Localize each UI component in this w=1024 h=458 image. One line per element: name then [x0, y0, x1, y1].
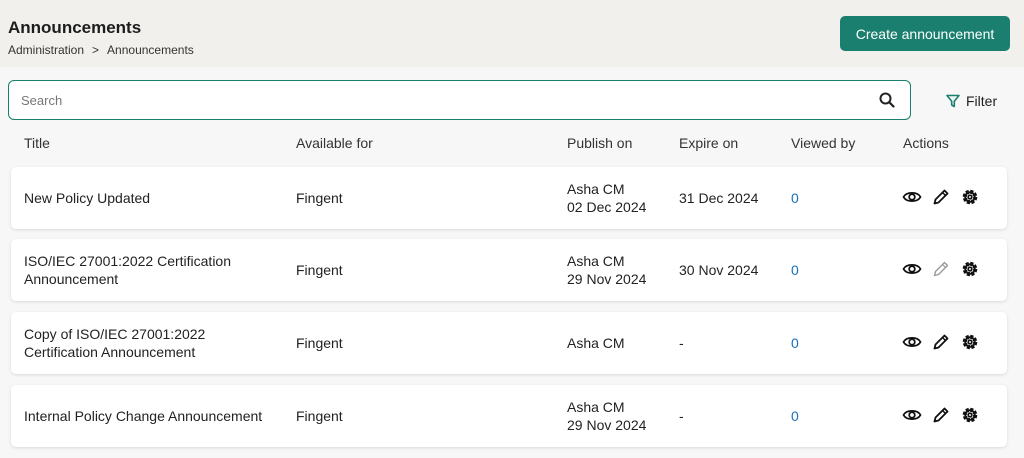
row-publisher: Asha CM [567, 181, 625, 197]
row-title: New Policy Updated [24, 190, 151, 206]
column-header-title: Title [24, 135, 50, 151]
table-row: New Policy Updated Fingent Asha CM 02 De… [11, 167, 1007, 229]
page-header: Announcements Administration > Announcemen… [0, 0, 1024, 67]
row-expire-on: 30 Nov 2024 [679, 262, 759, 278]
column-header-actions: Actions [903, 135, 949, 151]
breadcrumb-item-administration[interactable]: Administration [8, 43, 84, 57]
pencil-icon[interactable] [931, 405, 951, 425]
gear-icon[interactable] [960, 405, 980, 425]
search-icon[interactable] [878, 91, 896, 109]
row-title: Copy of ISO/IEC 27001:2022 Certification… [24, 326, 206, 360]
row-publisher: Asha CM [567, 253, 625, 269]
search-input[interactable] [21, 90, 861, 110]
row-available-for: Fingent [296, 408, 343, 424]
search-box [8, 80, 911, 120]
gear-icon[interactable] [960, 187, 980, 207]
row-viewed-by-link[interactable]: 0 [791, 261, 799, 279]
row-expire-on: - [679, 335, 684, 351]
row-publisher: Asha CM [567, 335, 625, 351]
row-actions [902, 259, 980, 279]
row-available-for: Fingent [296, 190, 343, 206]
pencil-icon [933, 261, 949, 277]
filter-label: Filter [966, 93, 998, 109]
row-expire-on: 31 Dec 2024 [679, 190, 759, 206]
row-viewed-by-link[interactable]: 0 [791, 334, 799, 352]
gear-icon[interactable] [960, 332, 980, 352]
eye-icon[interactable] [902, 405, 922, 425]
breadcrumb-separator: > [92, 43, 100, 57]
row-publisher: Asha CM [567, 399, 625, 415]
column-header-publish-on: Publish on [567, 135, 633, 151]
column-header-available-for: Available for [296, 135, 373, 151]
table-row: ISO/IEC 27001:2022 Certification Announc… [11, 239, 1007, 301]
pencil-icon[interactable] [931, 187, 951, 207]
eye-icon[interactable] [902, 259, 922, 279]
row-actions [902, 187, 980, 207]
filter-button[interactable]: Filter [946, 91, 997, 111]
eye-icon[interactable] [902, 332, 922, 352]
create-announcement-button[interactable]: Create announcement [840, 16, 1010, 51]
main-content: Filter Title Available for Publish on Ex… [0, 67, 1024, 458]
row-actions [902, 332, 980, 352]
gear-icon[interactable] [960, 259, 980, 279]
column-header-expire-on: Expire on [679, 135, 739, 151]
row-available-for: Fingent [296, 262, 343, 278]
row-publish-date: 29 Nov 2024 [567, 417, 647, 433]
row-publish-on: Asha CM 29 Nov 2024 [567, 398, 646, 434]
row-viewed-by-link[interactable]: 0 [791, 407, 799, 425]
row-publish-on: Asha CM 02 Dec 2024 [567, 180, 646, 216]
row-viewed-by-link[interactable]: 0 [791, 189, 799, 207]
row-expire-on: - [679, 408, 684, 424]
row-publish-on: Asha CM 29 Nov 2024 [567, 252, 646, 288]
column-header-viewed-by: Viewed by [791, 135, 856, 151]
breadcrumb-item-announcements: Announcements [107, 43, 194, 57]
row-available-for: Fingent [296, 335, 343, 351]
table-row: Internal Policy Change Announcement Fing… [11, 385, 1007, 447]
row-title: Internal Policy Change Announcement [24, 408, 263, 424]
pencil-icon[interactable] [931, 332, 951, 352]
breadcrumb: Administration > Announcements [8, 43, 194, 57]
row-publish-on: Asha CM [567, 334, 625, 352]
eye-icon[interactable] [902, 187, 922, 207]
filter-icon [946, 94, 960, 108]
row-publish-date: 29 Nov 2024 [567, 271, 647, 287]
row-title: ISO/IEC 27001:2022 Certification Announc… [24, 253, 232, 287]
table-row: Copy of ISO/IEC 27001:2022 Certification… [11, 312, 1007, 374]
page-title: Announcements [8, 18, 142, 37]
row-actions [902, 405, 980, 425]
row-publish-date: 02 Dec 2024 [567, 199, 647, 215]
